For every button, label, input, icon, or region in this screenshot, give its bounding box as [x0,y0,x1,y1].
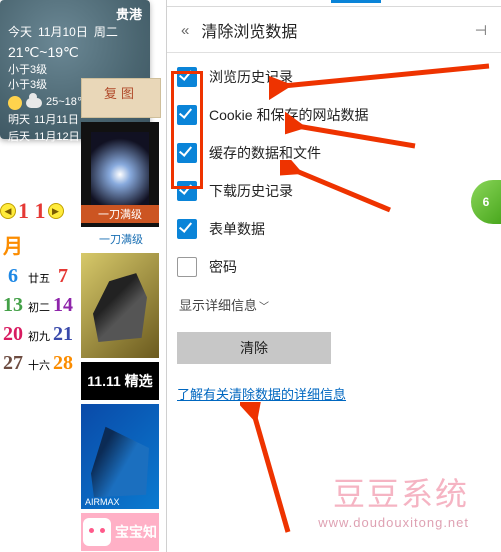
ad-column: 复图 一刀满级 一刀满级 11.11 精选 AIRMAX 宝宝知 [81,78,161,552]
ad-tag: 一刀满级 [81,205,159,223]
checkbox-icon[interactable] [177,143,197,163]
option-browsing-history[interactable]: 浏览历史记录 [177,67,491,87]
cal-day[interactable]: 27 [0,352,26,375]
today-dow: 周二 [94,24,118,41]
cal-prev-icon[interactable]: ◀ [0,203,16,219]
tomorrow-label: 明天 [8,113,30,128]
panel-header: « 清除浏览数据 ⊣ [167,6,501,53]
ad-label: 复图 [104,83,138,102]
checkbox-icon[interactable] [177,105,197,125]
ad-thumb-baby[interactable]: 宝宝知 [81,513,159,551]
ad-label: AIRMAX [85,497,120,507]
today-date: 11月10日 [38,24,88,41]
after-date: 11月12日 [34,130,80,145]
cal-cn: 十六 [28,357,50,373]
option-label: 浏览历史记录 [209,67,293,87]
cal-day[interactable]: 28 [50,352,76,375]
checkbox-icon[interactable] [177,67,197,87]
ad-thumb-shoe2[interactable]: AIRMAX [81,404,159,509]
cal-month: 1 1 [18,198,46,224]
cal-day[interactable]: 月 [0,230,26,259]
cal-cn: 初九 [28,328,50,344]
cal-day[interactable]: 20 [0,323,26,346]
option-label: 下载历史记录 [209,181,293,201]
learn-more-link[interactable]: 了解有关清除数据的详细信息 [177,387,346,402]
option-passwords[interactable]: 密码 [177,257,491,277]
pin-icon[interactable]: ⊣ [475,22,487,39]
cloud-icon [26,98,42,108]
ad-thumb-shoe1[interactable] [81,253,159,358]
cal-day[interactable]: 13 [0,294,26,317]
show-detail-label: 显示详细信息 [179,298,257,313]
cal-cn: 廿五 [28,270,50,286]
ad-caption[interactable]: 一刀满级 [81,231,161,247]
tomorrow-date: 11月11日 [34,113,79,128]
option-label: 缓存的数据和文件 [209,143,321,163]
cal-next-icon[interactable]: ▶ [48,203,64,219]
ad-label: 11.11 精选 [87,373,152,390]
badge-text: 6 [483,195,490,209]
watermark-cn: 豆豆系统 [318,469,469,515]
after-label: 后天 [8,130,30,145]
learn-more-label: 了解有关清除数据的详细信息 [177,387,346,402]
ad-thumb-d11[interactable]: 11.11 精选 [81,362,159,400]
weather-location: 贵港 [8,6,142,24]
clear-button-label: 清除 [240,338,268,358]
option-forms[interactable]: 表单数据 [177,219,491,239]
ad-label: 宝宝知 [115,522,157,542]
watermark: 豆豆系统 www.doudouxitong.net [318,469,469,530]
panel-topbar [167,0,501,7]
baby-face-icon [83,518,111,546]
show-detail-toggle[interactable]: 显示详细信息﹀ [179,295,491,314]
calendar-widget: ◀ 1 1 ▶ 月 6廿五7 13初二14 20初九21 27十六28 [0,198,80,375]
options-list: 浏览历史记录 Cookie 和保存的网站数据 缓存的数据和文件 下载历史记录 表… [167,53,501,403]
clear-button[interactable]: 清除 [177,332,331,364]
chevron-down-icon: ﹀ [259,302,269,313]
ad-thumb-game[interactable]: 一刀满级 [81,122,159,227]
ad-thumb-fuyin[interactable]: 复图 [81,78,161,118]
back-icon[interactable]: « [181,22,189,39]
cal-day[interactable]: 6 [0,265,26,288]
option-downloads[interactable]: 下载历史记录 [177,181,491,201]
option-cache[interactable]: 缓存的数据和文件 [177,143,491,163]
option-label: Cookie 和保存的网站数据 [209,105,368,125]
today-temp: 21℃~19℃ [8,43,142,63]
checkbox-icon[interactable] [177,219,197,239]
today-label: 今天 [8,24,32,41]
checkbox-icon[interactable] [177,181,197,201]
watermark-en: www.doudouxitong.net [318,515,469,530]
option-label: 表单数据 [209,219,265,239]
cal-day[interactable]: 7 [50,265,76,288]
sun-icon [8,96,22,110]
cal-cn: 初二 [28,299,50,315]
wind-1: 小于3级 [8,63,142,78]
checkbox-icon[interactable] [177,257,197,277]
active-tab-indicator [331,0,381,3]
cal-day[interactable]: 21 [50,323,76,346]
cal-day[interactable]: 14 [50,294,76,317]
option-cookies[interactable]: Cookie 和保存的网站数据 [177,105,491,125]
panel-title: 清除浏览数据 [201,18,297,42]
option-label: 密码 [209,257,237,277]
